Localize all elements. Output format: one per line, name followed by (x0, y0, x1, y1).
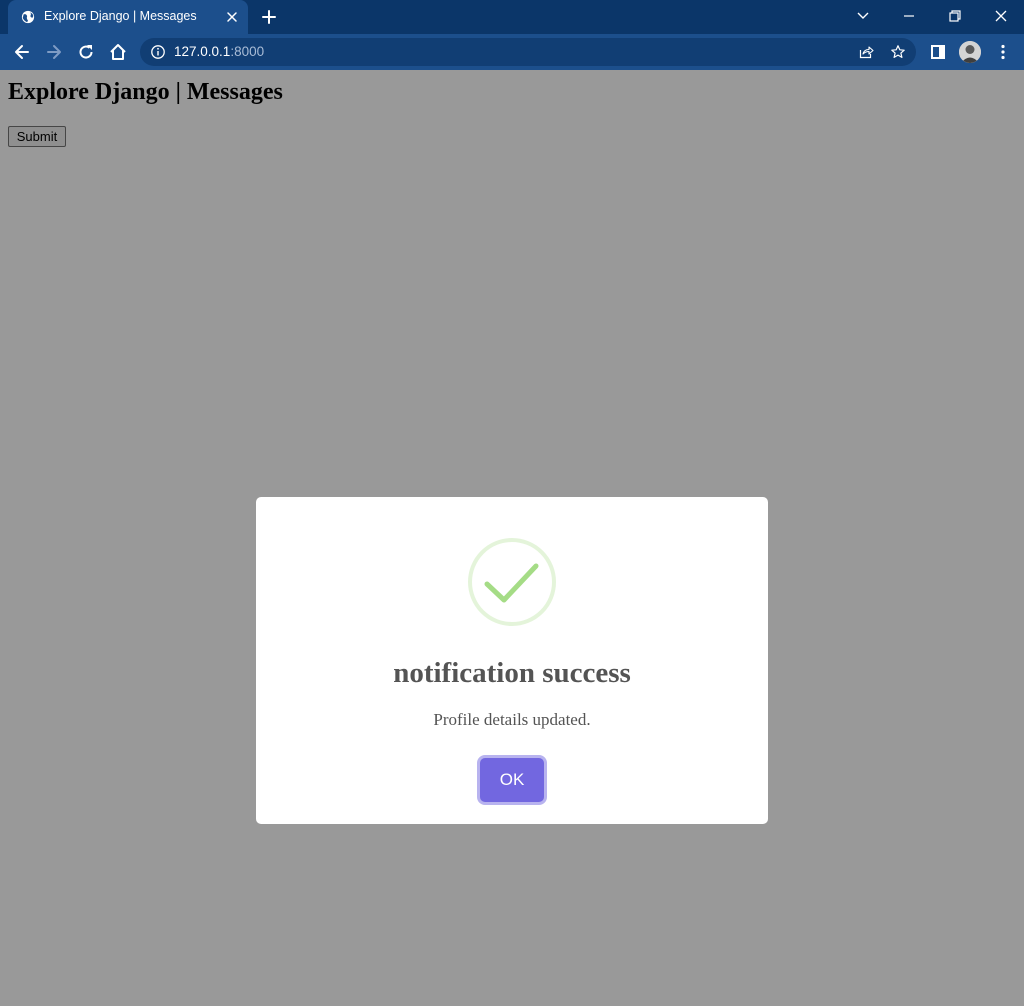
back-arrow-icon[interactable] (12, 42, 32, 62)
profile-avatar-image (959, 41, 981, 63)
reload-icon[interactable] (76, 42, 96, 62)
url-port: :8000 (230, 44, 265, 59)
url-host: 127.0.0.1 (174, 44, 231, 59)
globe-icon (21, 10, 35, 24)
dialog-title: notification success (393, 657, 631, 689)
success-check-icon (468, 538, 556, 626)
home-icon[interactable] (108, 42, 128, 62)
restore-icon[interactable] (945, 6, 965, 26)
minimize-icon[interactable] (899, 6, 919, 26)
notification-dialog: notification success Profile details upd… (256, 497, 768, 824)
tab-search-chevron-icon[interactable] (853, 6, 873, 26)
profile-avatar[interactable] (959, 41, 981, 63)
new-tab-icon[interactable] (260, 8, 278, 26)
forward-arrow-icon[interactable] (44, 42, 64, 62)
close-window-icon[interactable] (991, 6, 1011, 26)
modal-overlay[interactable]: notification success Profile details upd… (0, 70, 1024, 1006)
share-icon[interactable] (858, 44, 874, 60)
site-info-icon[interactable] (150, 44, 166, 60)
ok-button[interactable]: OK (480, 758, 544, 802)
more-menu-icon[interactable] (993, 42, 1013, 62)
browser-toolbar: 127.0.0.1:8000 (0, 34, 1024, 70)
url-text[interactable]: 127.0.0.1:8000 (174, 44, 264, 59)
browser-tab-strip: Explore Django | Messages (0, 0, 1024, 34)
close-tab-icon[interactable] (224, 9, 240, 25)
side-panel-icon[interactable] (928, 42, 948, 62)
browser-tab[interactable]: Explore Django | Messages (8, 0, 248, 34)
dialog-message: Profile details updated. (433, 710, 591, 729)
address-bar[interactable]: 127.0.0.1:8000 (140, 38, 916, 66)
bookmark-star-icon[interactable] (890, 44, 906, 60)
tab-title: Explore Django | Messages (44, 9, 197, 23)
